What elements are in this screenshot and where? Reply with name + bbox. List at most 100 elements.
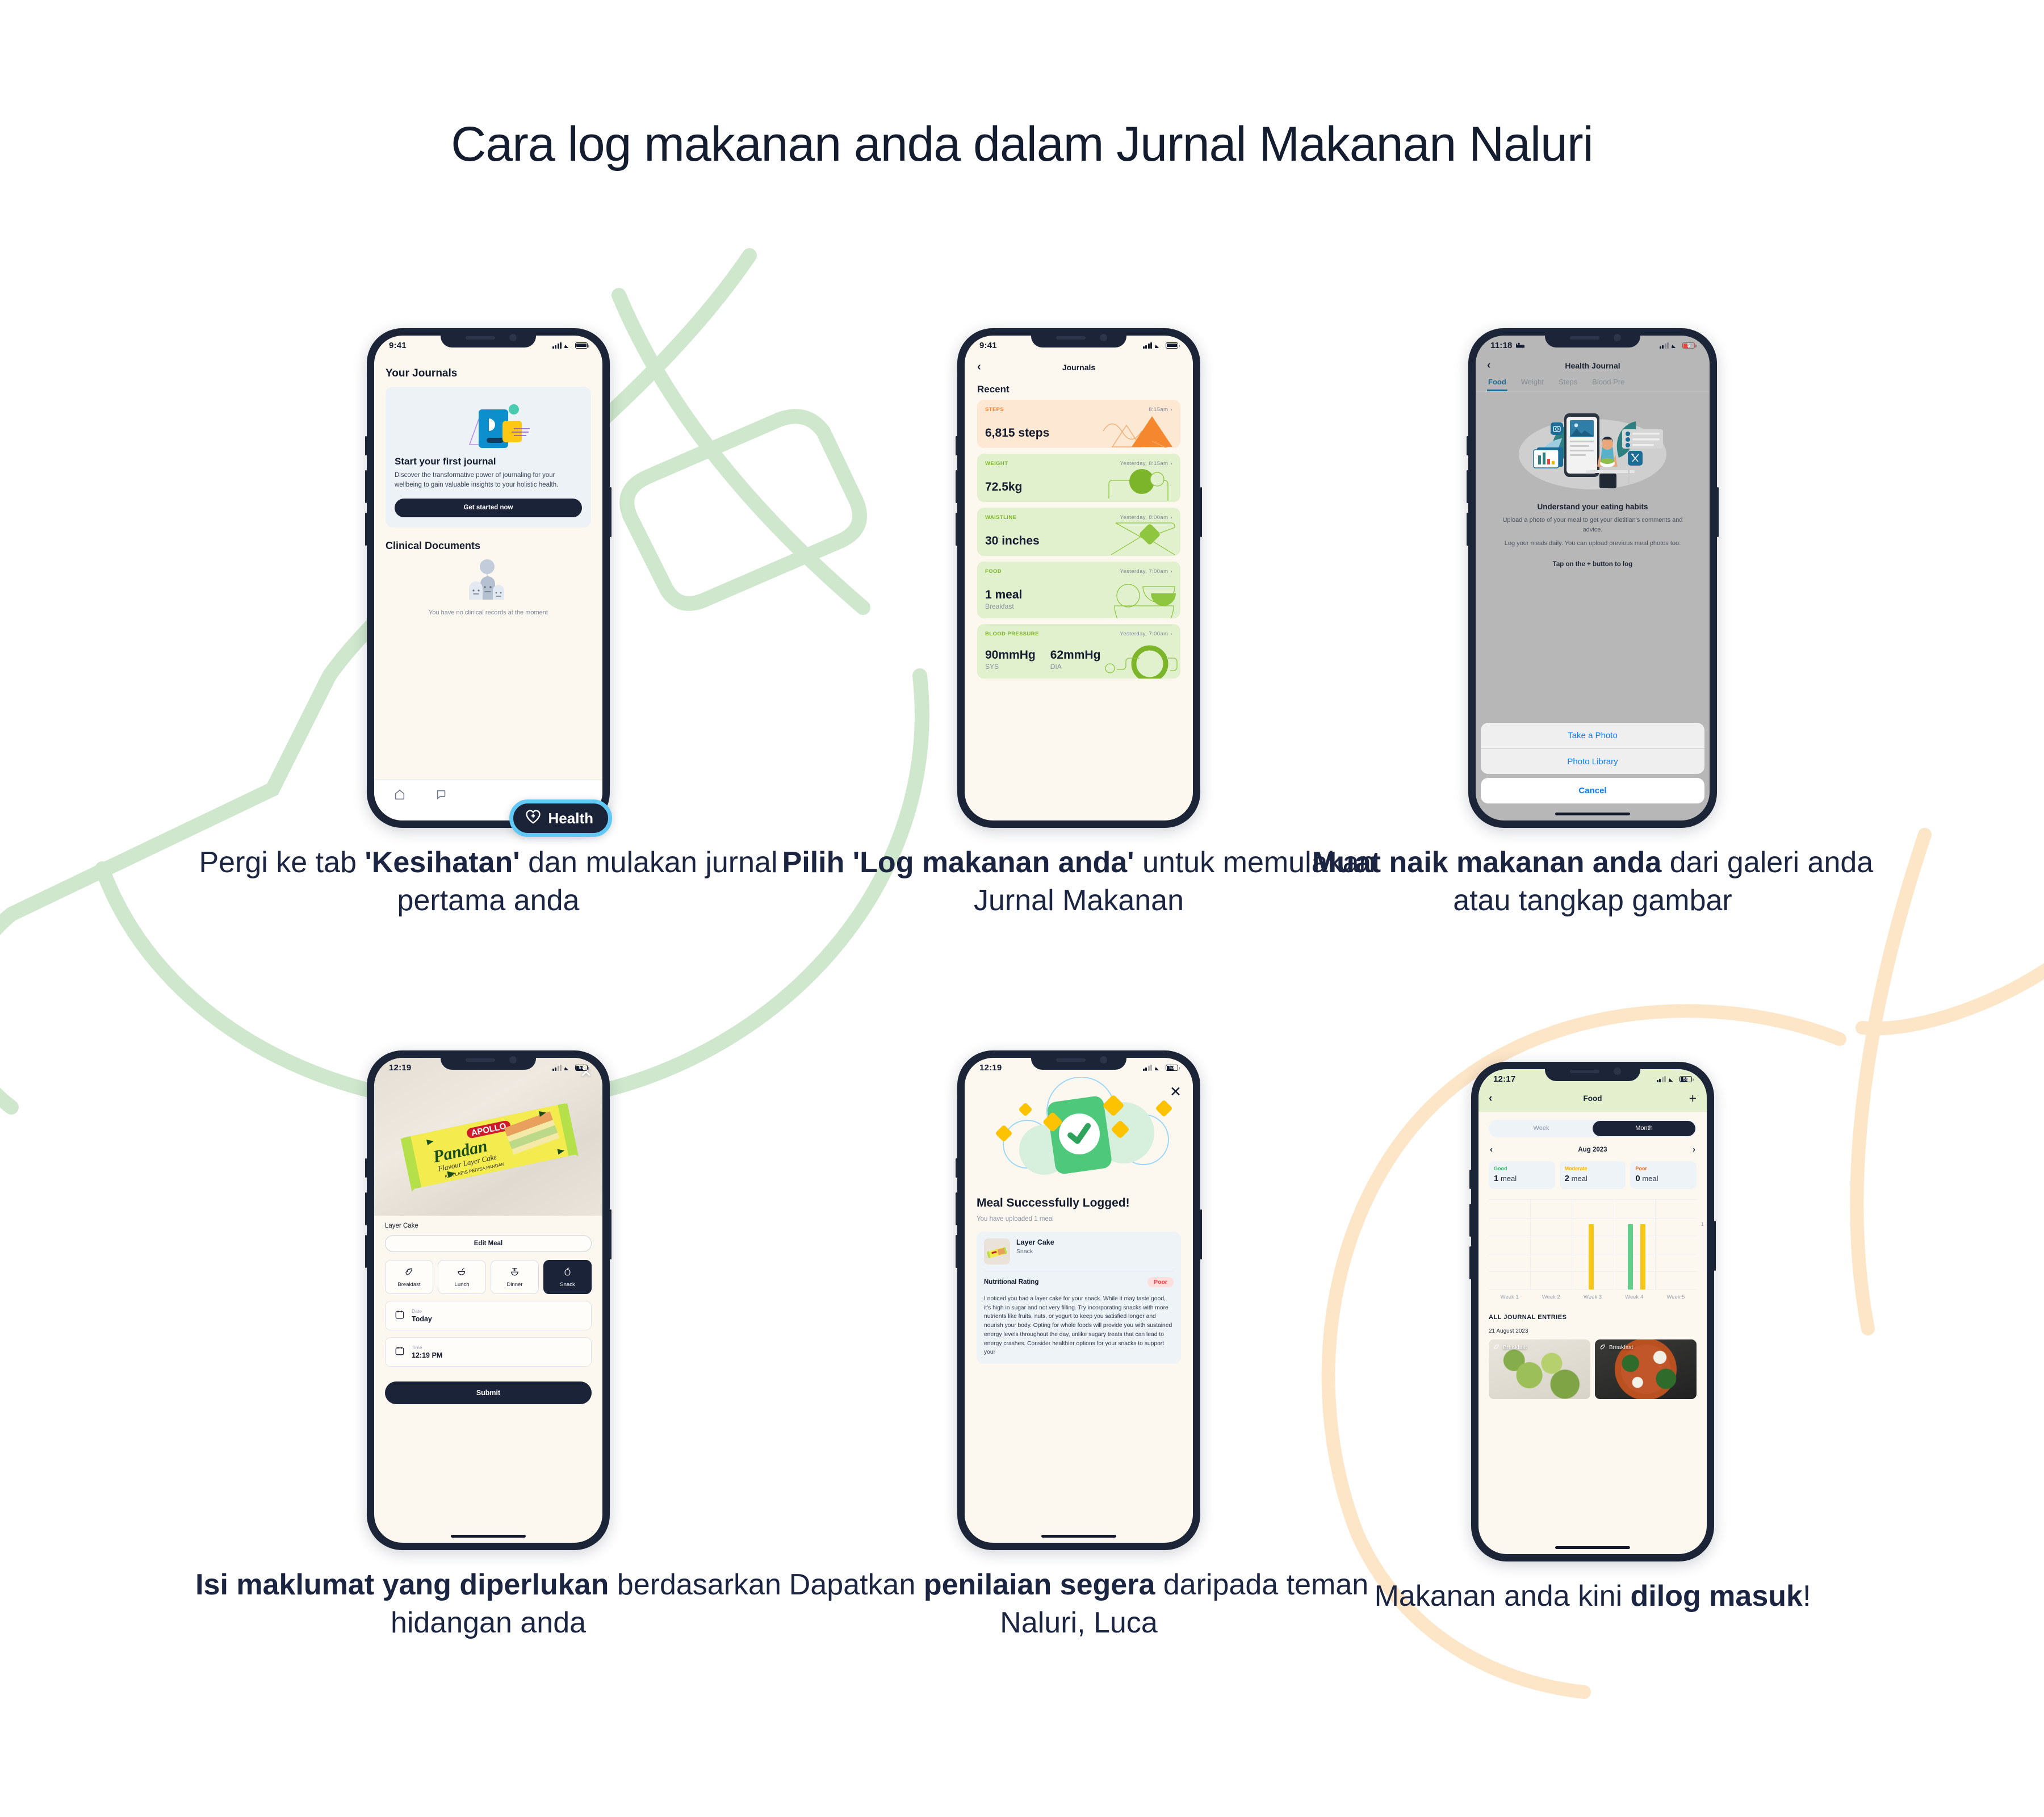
card-value: 72.5kg [985, 480, 1023, 493]
battery-icon [1166, 342, 1180, 349]
journal-card-list: STEPS 8:15am › 6,815 steps WEIGHT Yester… [965, 400, 1193, 679]
step-1-caption: Pergi ke tab 'Kesihatan' dan mulakan jur… [199, 846, 778, 917]
tab-blood-pressure[interactable]: Blood Pre [1591, 374, 1626, 391]
bar-week4-good [1628, 1224, 1633, 1290]
battery-percent: 57 [1169, 1065, 1175, 1070]
entry-list[interactable]: Breakfast Breakfast [1478, 1334, 1707, 1399]
tab-weight[interactable]: Weight [1520, 374, 1545, 391]
nav-title: Journals [1062, 362, 1096, 372]
home-indicator [1041, 1535, 1116, 1538]
chevron-right-icon: › [1170, 407, 1172, 413]
wifi-icon [1669, 1076, 1677, 1082]
wifi-icon [1155, 1065, 1163, 1071]
stat-count: 1 [1494, 1174, 1499, 1183]
bp-sys-value: 90mmHg [985, 648, 1036, 662]
chart-y-tick: 1 [1700, 1221, 1704, 1227]
segment-month[interactable]: Month [1593, 1121, 1695, 1136]
x-label: Week 5 [1666, 1294, 1685, 1300]
stat-poor: Poor 0 meal [1630, 1161, 1697, 1189]
photo-library-option[interactable]: Photo Library [1481, 748, 1704, 774]
back-icon[interactable]: ‹ [1489, 1092, 1503, 1105]
prev-month-icon[interactable]: ‹ [1490, 1145, 1493, 1154]
health-heart-icon [525, 809, 542, 828]
next-month-icon[interactable]: › [1693, 1145, 1695, 1154]
meal-type-lunch[interactable]: Lunch [438, 1260, 486, 1294]
segment-week[interactable]: Week [1490, 1121, 1593, 1136]
status-time: 9:41 [979, 340, 997, 350]
add-icon[interactable]: + [1682, 1091, 1697, 1106]
status-time: 11:18 [1490, 340, 1513, 350]
take-photo-option[interactable]: Take a Photo [1481, 723, 1704, 748]
journal-card-blood-pressure[interactable]: BLOOD PRESSURE Yesterday, 7:00am › 90mmHg… [977, 624, 1180, 679]
close-icon[interactable]: ✕ [1170, 1085, 1182, 1099]
meal-type-selector[interactable]: Breakfast Lunch Dinner Snack [385, 1260, 592, 1294]
meal-type-breakfast[interactable]: Breakfast [385, 1260, 433, 1294]
stat-unit: meal [1571, 1174, 1588, 1183]
get-started-button[interactable]: Get started now [395, 498, 582, 517]
chart-x-labels: Week 1 Week 2 Week 3 Week 4 Week 5 [1478, 1290, 1707, 1300]
card-label: STEPS [985, 407, 1004, 413]
cellular-icon [1142, 1064, 1152, 1071]
submit-button[interactable]: Submit [385, 1381, 592, 1404]
meal-type-label: Snack [560, 1281, 575, 1288]
meal-type-dinner[interactable]: Dinner [491, 1260, 539, 1294]
step-3: 11:18 5 ‹ Health Journal Food Weight Ste… [1280, 328, 1905, 919]
card-value: 30 inches [985, 534, 1040, 547]
battery-percent: 59 [1683, 1076, 1689, 1082]
chart-bars [1489, 1200, 1697, 1290]
entry-card[interactable]: Breakfast [1595, 1339, 1697, 1399]
tab-steps[interactable]: Steps [1557, 374, 1578, 391]
journal-entries-heading: ALL JOURNAL ENTRIES [1489, 1314, 1567, 1321]
status-time: 9:41 [389, 340, 407, 350]
step-6: 12:17 59 ‹ Food + Week Month ‹ Aug 2023 … [1280, 1062, 1905, 1615]
stat-key: Poor [1635, 1166, 1647, 1171]
journal-card-food[interactable]: FOOD Yesterday, 7:00am › 1 meal Breakfast [977, 562, 1180, 618]
tab-food[interactable]: Food [1487, 374, 1507, 391]
back-icon[interactable]: ‹ [1487, 359, 1503, 372]
card-time: Yesterday, 7:00am [1120, 568, 1168, 575]
journal-card-waistline[interactable]: WAISTLINE Yesterday, 8:00am › 30 inches [977, 508, 1180, 556]
time-value: 12:19 PM [412, 1351, 443, 1359]
month-selector[interactable]: ‹ Aug 2023 › [1478, 1137, 1707, 1154]
bed-icon [1515, 341, 1524, 350]
hero-body: Upload a photo of your meal to get your … [1502, 517, 1683, 533]
cancel-button[interactable]: Cancel [1481, 778, 1704, 803]
period-segmented-control[interactable]: Week Month [1489, 1120, 1697, 1137]
card-subvalue: Breakfast [985, 602, 1014, 610]
meal-type-snack[interactable]: Snack [543, 1260, 592, 1294]
bar-week3-moderate [1588, 1224, 1594, 1290]
back-icon[interactable]: ‹ [977, 361, 994, 374]
notch [1545, 1062, 1640, 1081]
nav-title: Food [1583, 1094, 1602, 1103]
croissant-icon [1493, 1343, 1500, 1352]
chat-icon[interactable] [435, 788, 448, 803]
notch [441, 328, 536, 348]
journal-card-weight[interactable]: WEIGHT Yesterday, 8:15am › 72.5kg [977, 454, 1180, 502]
tab-strip[interactable]: Food Weight Steps Blood Pre [1476, 374, 1710, 392]
date-field[interactable]: Date Today [385, 1301, 592, 1330]
weekly-bar-chart: 1 [1489, 1199, 1704, 1290]
phone-mockup-3: 11:18 5 ‹ Health Journal Food Weight Ste… [1467, 328, 1719, 828]
time-label: Time [412, 1345, 422, 1350]
x-label: Week 1 [1500, 1294, 1519, 1300]
entry-date: 21 August 2023 [1489, 1328, 1528, 1334]
journal-card-steps[interactable]: STEPS 8:15am › 6,815 steps [977, 400, 1180, 448]
action-sheet[interactable]: Take a Photo Photo Library Cancel [1481, 723, 1704, 803]
notch [1031, 328, 1126, 348]
home-icon[interactable] [393, 788, 406, 803]
start-journal-card[interactable]: Start your first journal Discover the tr… [386, 387, 591, 527]
card-label: WAISTLINE [985, 514, 1017, 521]
card-label: FOOD [985, 568, 1002, 575]
date-label: Date [412, 1308, 422, 1314]
battery-percent: 5 [1687, 342, 1690, 348]
meal-type-label: Lunch [454, 1281, 470, 1288]
time-field[interactable]: Time 12:19 PM [385, 1337, 592, 1367]
food-onboarding: Understand your eating habits Upload a p… [1476, 392, 1710, 568]
health-tab-button[interactable]: Health [509, 799, 612, 837]
chevron-right-icon: › [1170, 514, 1172, 521]
edit-meal-button[interactable]: Edit Meal [385, 1235, 592, 1252]
bp-dia-value: 62mmHg [1050, 648, 1101, 662]
status-time: 12:19 [979, 1062, 1002, 1073]
entry-card[interactable]: Breakfast [1489, 1339, 1590, 1399]
cellular-icon [552, 342, 562, 349]
